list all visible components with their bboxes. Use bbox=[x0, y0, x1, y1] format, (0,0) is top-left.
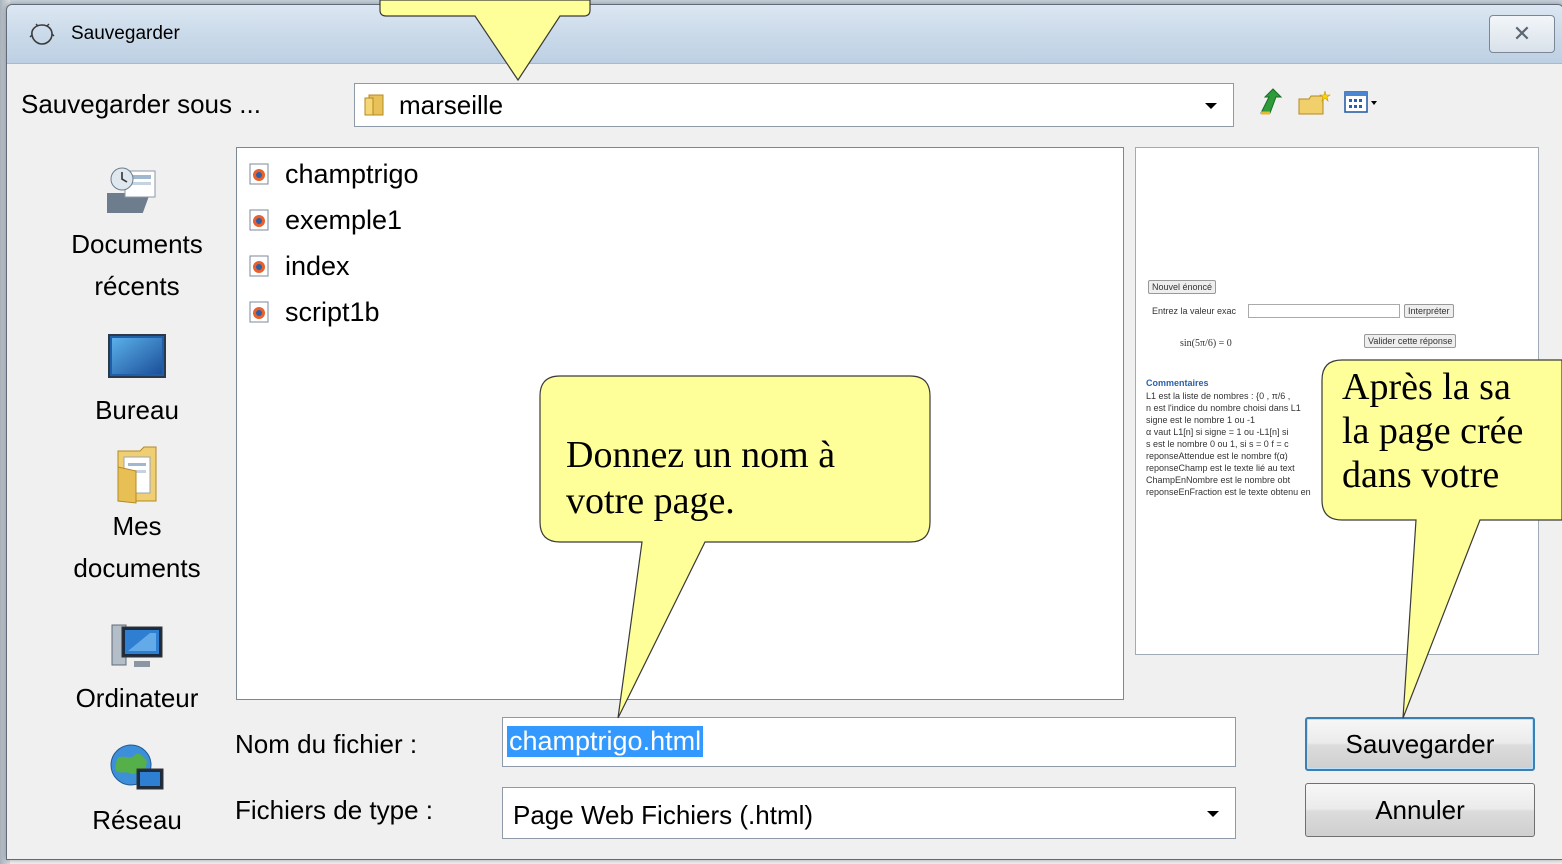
place-label-desktop: Bureau bbox=[95, 395, 179, 425]
dialog-title: Sauvegarder bbox=[71, 23, 180, 44]
preview-new-statement-button: Nouvel énoncé bbox=[1148, 280, 1217, 294]
preview-comments-title: Commentaires bbox=[1146, 378, 1209, 388]
computer-icon bbox=[111, 624, 163, 667]
filetype-value: Page Web Fichiers (.html) bbox=[513, 800, 814, 830]
up-folder-icon[interactable] bbox=[1257, 87, 1285, 117]
place-label-computer: Ordinateur bbox=[75, 683, 199, 713]
preview-formula: sin(5π/6) = 0 bbox=[1180, 338, 1232, 349]
desktop-icon bbox=[108, 334, 166, 378]
place-desktop[interactable]: Bureau bbox=[47, 333, 227, 431]
close-button[interactable]: ✕ bbox=[1489, 15, 1555, 53]
preview-line: reponseChamp est le texte lié au text bbox=[1146, 463, 1295, 473]
filetype-label: Fichiers de type : bbox=[235, 795, 433, 825]
after-callout-line1: Après la sa bbox=[1342, 366, 1511, 408]
file-list[interactable]: champtrigo exemple1 index script1b bbox=[236, 147, 1124, 700]
place-recent-documents[interactable]: Documents récents bbox=[47, 163, 227, 307]
html-file-icon bbox=[249, 163, 269, 185]
place-label-mydocs-1: Mes bbox=[112, 511, 162, 541]
save-button[interactable]: Sauvegarder bbox=[1305, 717, 1535, 771]
file-name: champtrigo bbox=[285, 158, 419, 189]
place-network[interactable]: Réseau bbox=[47, 741, 227, 841]
place-computer[interactable]: Ordinateur bbox=[47, 621, 227, 719]
file-item[interactable]: script1b bbox=[249, 292, 380, 332]
html-file-icon bbox=[249, 301, 269, 323]
file-name: exemple1 bbox=[285, 204, 403, 235]
preview-validate-button: Valider cette réponse bbox=[1364, 334, 1457, 348]
filename-input[interactable]: champtrigo.html bbox=[502, 717, 1236, 767]
my-documents-icon bbox=[117, 446, 157, 504]
after-callout-line3: dans votre bbox=[1342, 454, 1500, 496]
recent-documents-icon bbox=[107, 167, 156, 213]
preview-interpret-button: Interpréter bbox=[1404, 304, 1454, 318]
file-item[interactable]: exemple1 bbox=[249, 200, 402, 240]
filename-label: Nom du fichier : bbox=[235, 729, 418, 759]
after-callout-line2: la page crée bbox=[1342, 410, 1524, 452]
place-label-network: Réseau bbox=[92, 805, 182, 835]
file-item[interactable]: index bbox=[249, 246, 350, 286]
place-label-recent-2: récents bbox=[94, 271, 180, 301]
preview-line: s est le nombre 0 ou 1, si s = 0 f = c bbox=[1146, 439, 1289, 449]
preview-line: reponseAttendue est le nombre f(α) bbox=[1146, 451, 1288, 461]
preview-line: L1 est la liste de nombres : {0 , π/6 , bbox=[1146, 391, 1291, 401]
chevron-down-icon[interactable] bbox=[1207, 811, 1219, 817]
folder-icon bbox=[364, 94, 384, 116]
preview-line: α vaut L1[n] si signe = 1 ou -L1[n] si bbox=[1146, 427, 1289, 437]
file-name: index bbox=[285, 250, 350, 281]
app-icon bbox=[29, 23, 55, 45]
places-sidebar: Documents récents Bureau Mes documents O… bbox=[47, 153, 227, 853]
preview-line: signe est le nombre 1 ou -1 bbox=[1146, 415, 1256, 425]
network-icon bbox=[110, 744, 164, 790]
filetype-combo[interactable]: Page Web Fichiers (.html) bbox=[502, 787, 1236, 839]
save-in-label: Sauvegarder sous ... bbox=[21, 89, 261, 119]
cancel-button[interactable]: Annuler bbox=[1305, 783, 1535, 837]
new-folder-icon[interactable] bbox=[1297, 89, 1331, 117]
chevron-down-icon[interactable] bbox=[1205, 103, 1217, 109]
place-label-mydocs-2: documents bbox=[73, 553, 201, 583]
view-menu-icon[interactable] bbox=[1343, 89, 1381, 117]
preview-input bbox=[1248, 304, 1400, 318]
name-callout-line2: votre page. bbox=[566, 480, 735, 522]
filename-value: champtrigo.html bbox=[507, 726, 704, 757]
preview-input-label: Entrez la valeur exac bbox=[1152, 306, 1237, 316]
location-value: marseille bbox=[399, 90, 504, 120]
preview-line: reponseEnFraction est le texte obtenu en bbox=[1146, 487, 1311, 497]
name-callout-line1: Donnez un nom à bbox=[566, 434, 836, 476]
preview-line: n est l'indice du nombre choisi dans L1 bbox=[1146, 403, 1301, 413]
html-file-icon bbox=[249, 209, 269, 231]
file-name: script1b bbox=[285, 296, 380, 327]
close-icon: ✕ bbox=[1512, 21, 1532, 46]
place-label-recent-1: Documents bbox=[71, 229, 203, 259]
location-combo[interactable]: marseille bbox=[354, 83, 1234, 127]
html-file-icon bbox=[249, 255, 269, 277]
place-my-documents[interactable]: Mes documents bbox=[47, 445, 227, 589]
preview-line: ChampEnNombre est le nombre obt bbox=[1146, 475, 1291, 485]
title-bar[interactable]: Sauvegarder ✕ bbox=[7, 5, 1562, 64]
file-item[interactable]: champtrigo bbox=[249, 154, 419, 194]
